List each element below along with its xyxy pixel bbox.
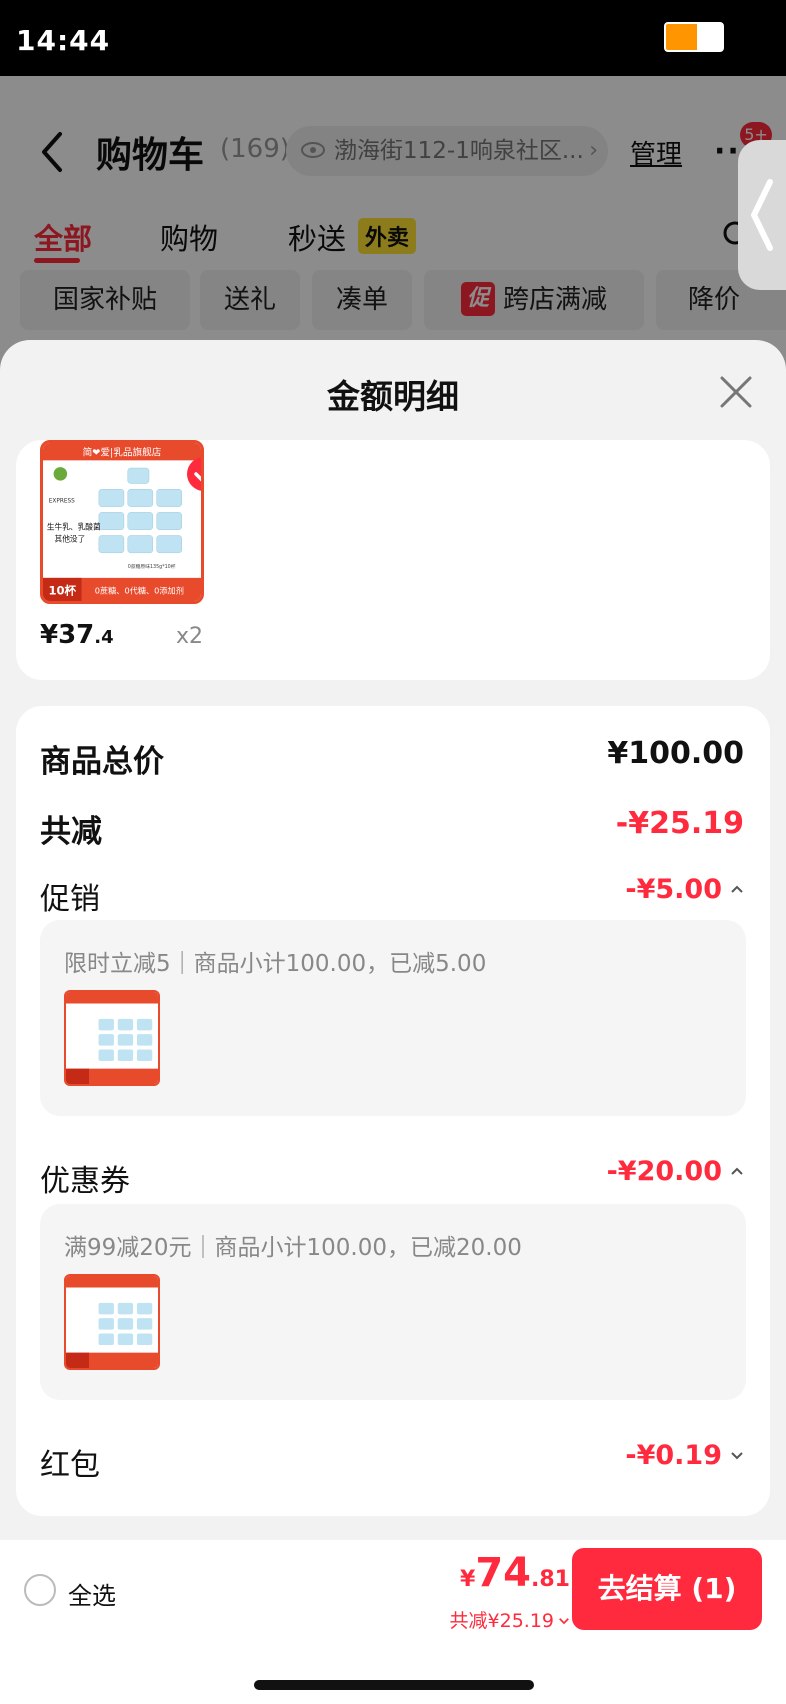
- side-handle[interactable]: [738, 140, 786, 290]
- battery-fill: [666, 24, 697, 50]
- product-price: ¥37.4: [40, 620, 114, 650]
- status-bar: 14:44: [0, 0, 786, 76]
- battery-icon: [664, 22, 724, 52]
- coupon-detail-box: 满99减20元｜商品小计100.00，已减20.00: [40, 1204, 746, 1400]
- status-time: 14:44: [16, 24, 111, 57]
- product-image-store-label: 简❤爱|乳品旗舰店: [83, 447, 162, 459]
- amount-detail-sheet: 金额明细 简❤爱|乳品旗舰店 EXPRESS 生牛乳、乳酸菌 其他没了 0蔗糖原…: [0, 340, 786, 1704]
- total-price: ¥74.81: [460, 1550, 570, 1596]
- promo-label: 促销: [40, 882, 100, 917]
- product-image[interactable]: 简❤爱|乳品旗舰店 EXPRESS 生牛乳、乳酸菌 其他没了 0蔗糖原味135g…: [40, 440, 204, 604]
- home-indicator: [254, 1680, 534, 1690]
- coupon-value: -¥20.00: [606, 1156, 722, 1187]
- chevron-up-icon: [731, 885, 743, 893]
- coupon-detail-text: 满99减20元｜商品小计100.00，已减20.00: [64, 1235, 522, 1261]
- sheet-title: 金额明细: [327, 377, 459, 416]
- total-discount: 共减¥25.19: [449, 1610, 554, 1632]
- product-quantity: x2: [176, 624, 204, 649]
- product-image-cups: 10杯: [48, 583, 76, 597]
- chevron-down-icon: [559, 1618, 569, 1625]
- product-image-line1: 生牛乳、乳酸菌: [47, 522, 101, 532]
- select-all-label[interactable]: 全选: [68, 1576, 116, 1611]
- chevron-up-icon: [731, 1167, 743, 1175]
- reduce-value: -¥25.19: [615, 806, 744, 841]
- product-image-bottom: 0蔗糖、0代糖、0添加剂: [95, 585, 184, 595]
- product-image-spec: 0蔗糖原味135g*10杯: [128, 563, 176, 570]
- product-price-decimal: .4: [94, 627, 114, 648]
- close-icon[interactable]: [716, 372, 756, 412]
- total-label: 商品总价: [40, 744, 164, 780]
- coupon-label: 优惠券: [40, 1164, 130, 1199]
- product-image-line2: 其他没了: [55, 533, 86, 543]
- select-all-radio[interactable]: [24, 1574, 56, 1606]
- reduce-label: 共减: [40, 814, 102, 850]
- checkout-button[interactable]: 去结算 (1): [572, 1548, 762, 1630]
- redpacket-row-toggle[interactable]: -¥0.19: [625, 1440, 744, 1471]
- coupon-row-toggle[interactable]: -¥20.00: [607, 1156, 744, 1187]
- checkout-bar: 全选 ¥74.81 共减¥25.19 去结算 (1): [0, 1540, 786, 1704]
- product-image-express-label: EXPRESS: [49, 499, 75, 505]
- redpacket-label: 红包: [40, 1448, 100, 1483]
- total-discount-toggle[interactable]: 共减¥25.19: [450, 1606, 570, 1633]
- promo-value: -¥5.00: [625, 874, 722, 905]
- promo-product-thumbnail[interactable]: [64, 990, 160, 1086]
- promo-detail-box: 限时立减5｜商品小计100.00，已减5.00: [40, 920, 746, 1116]
- side-handle-chevron-icon: [748, 176, 776, 254]
- product-price-main: ¥37: [40, 620, 95, 650]
- promo-row-toggle[interactable]: -¥5.00: [625, 874, 744, 905]
- redpacket-value: -¥0.19: [625, 1440, 722, 1471]
- check-icon[interactable]: [187, 457, 201, 491]
- price-summary-card: 商品总价 ¥100.00 共减 -¥25.19 促销 -¥5.00 限时立减5｜…: [16, 706, 770, 1516]
- total-int: 74: [475, 1550, 532, 1596]
- total-yen: ¥: [460, 1567, 476, 1592]
- coupon-product-thumbnail[interactable]: [64, 1274, 160, 1370]
- total-dec: .81: [531, 1567, 570, 1592]
- promo-detail-text: 限时立减5｜商品小计100.00，已减5.00: [64, 951, 487, 977]
- product-card: 简❤爱|乳品旗舰店 EXPRESS 生牛乳、乳酸菌 其他没了 0蔗糖原味135g…: [16, 440, 770, 680]
- total-value: ¥100.00: [607, 736, 744, 771]
- chevron-down-icon: [731, 1452, 743, 1460]
